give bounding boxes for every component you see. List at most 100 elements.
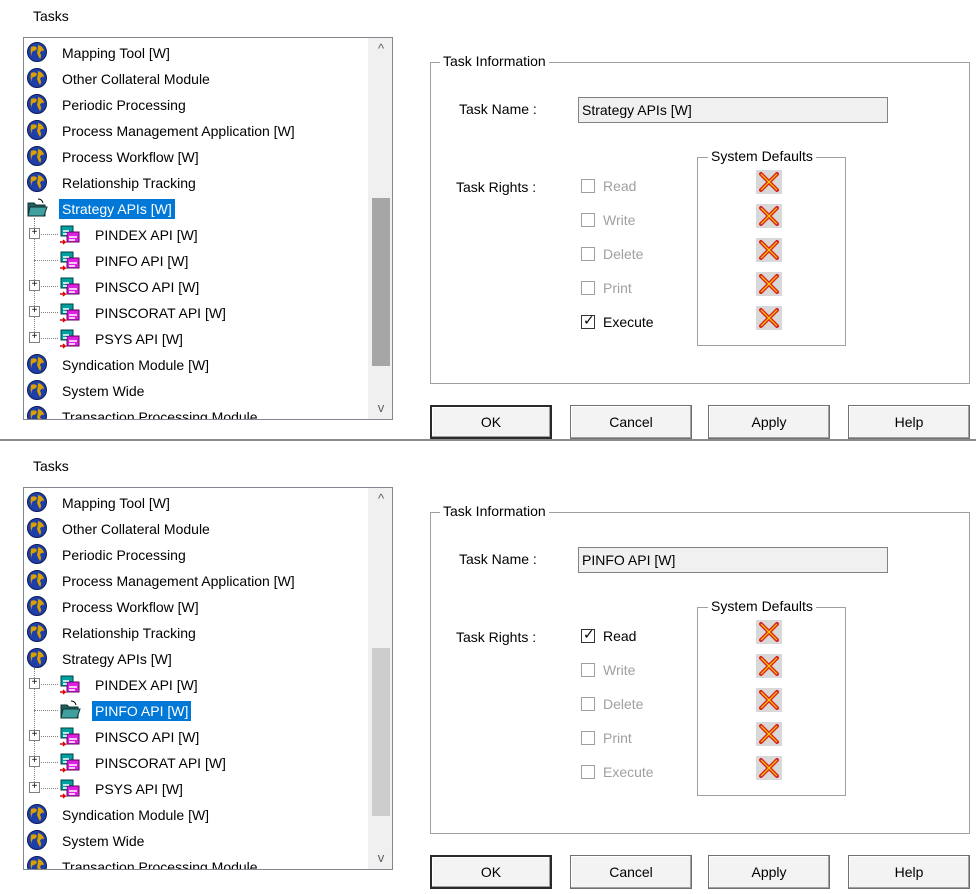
- globe-icon: [26, 569, 48, 591]
- checkbox-box[interactable]: [581, 281, 595, 295]
- tree-item[interactable]: System Wide: [24, 828, 369, 854]
- tree-item[interactable]: Process Workflow [W]: [24, 594, 369, 620]
- tree-item-label: Transaction Processing Module: [62, 409, 258, 420]
- tree-item[interactable]: Process Management Application [W]: [24, 118, 369, 144]
- tree-item[interactable]: + PINDEX API [W]: [24, 672, 369, 698]
- cancel-button[interactable]: Cancel: [570, 855, 692, 889]
- scroll-up-arrow[interactable]: ^: [369, 38, 392, 60]
- tree-item[interactable]: Transaction Processing Module: [24, 854, 369, 869]
- api-icon: [59, 223, 81, 245]
- right-label: Execute: [603, 764, 654, 780]
- tree-item[interactable]: + PINSCORAT API [W]: [24, 750, 369, 776]
- right-checkbox-print[interactable]: Print: [581, 278, 681, 300]
- expand-toggle-icon[interactable]: +: [29, 730, 40, 741]
- tree-item[interactable]: PINFO API [W]: [24, 698, 369, 724]
- globe-icon: [26, 171, 48, 193]
- checkbox-box[interactable]: [581, 213, 595, 227]
- tree-item[interactable]: Relationship Tracking: [24, 170, 369, 196]
- task-tree[interactable]: Mapping Tool [W] Other Collateral Module P…: [23, 37, 393, 420]
- tree-item-label: PINSCORAT API [W]: [95, 755, 226, 771]
- right-checkbox-write[interactable]: Write: [581, 660, 681, 682]
- scroll-up-arrow[interactable]: ^: [369, 488, 392, 510]
- ok-button[interactable]: OK: [430, 405, 552, 439]
- tree-item[interactable]: + PSYS API [W]: [24, 326, 369, 352]
- help-button[interactable]: Help: [848, 405, 970, 439]
- globe-icon: [26, 829, 48, 851]
- right-checkbox-delete[interactable]: Delete: [581, 694, 681, 716]
- expand-toggle-icon[interactable]: +: [29, 678, 40, 689]
- tree-item[interactable]: System Wide: [24, 378, 369, 404]
- checkbox-box[interactable]: ✓: [581, 626, 595, 643]
- tree-item[interactable]: Strategy APIs [W]: [24, 646, 369, 672]
- right-checkbox-delete[interactable]: Delete: [581, 244, 681, 266]
- globe-icon: [26, 543, 48, 565]
- scroll-thumb[interactable]: [372, 198, 390, 366]
- tree-item[interactable]: + PSYS API [W]: [24, 776, 369, 802]
- tree-item[interactable]: + PINSCO API [W]: [24, 274, 369, 300]
- tree-scrollbar[interactable]: ^ v: [368, 38, 392, 419]
- expand-toggle-icon[interactable]: +: [29, 332, 40, 343]
- expand-toggle-icon[interactable]: +: [29, 228, 40, 239]
- expand-toggle-icon[interactable]: +: [29, 280, 40, 291]
- tree-item[interactable]: Other Collateral Module: [24, 66, 369, 92]
- tree-item[interactable]: Process Workflow [W]: [24, 144, 369, 170]
- scroll-down-arrow[interactable]: v: [369, 847, 392, 869]
- right-checkbox-write[interactable]: Write: [581, 210, 681, 232]
- tree-item-label: PSYS API [W]: [95, 331, 183, 347]
- tree-item[interactable]: Syndication Module [W]: [24, 352, 369, 378]
- ok-button[interactable]: OK: [430, 855, 552, 889]
- apply-button[interactable]: Apply: [708, 405, 830, 439]
- tree-item[interactable]: Mapping Tool [W]: [24, 490, 369, 516]
- cancel-button[interactable]: Cancel: [570, 405, 692, 439]
- task-name-field[interactable]: PINFO API [W]: [578, 547, 888, 573]
- task-name-field[interactable]: Strategy APIs [W]: [578, 97, 888, 123]
- checkbox-box[interactable]: [581, 731, 595, 745]
- right-checkbox-execute[interactable]: ✓ Execute: [581, 312, 681, 334]
- tree-item[interactable]: Periodic Processing: [24, 92, 369, 118]
- tree-item[interactable]: Syndication Module [W]: [24, 802, 369, 828]
- tree-item[interactable]: Strategy APIs [W]: [24, 196, 369, 222]
- task-rights-label: Task Rights :: [456, 179, 537, 195]
- globe-icon: [26, 93, 48, 115]
- right-checkbox-execute[interactable]: Execute: [581, 762, 681, 784]
- tree-item[interactable]: + PINDEX API [W]: [24, 222, 369, 248]
- expand-toggle-icon[interactable]: +: [29, 782, 40, 793]
- tree-item[interactable]: Periodic Processing: [24, 542, 369, 568]
- apply-button[interactable]: Apply: [708, 855, 830, 889]
- tree-scrollbar[interactable]: ^ v: [368, 488, 392, 869]
- tree-item[interactable]: Relationship Tracking: [24, 620, 369, 646]
- help-button[interactable]: Help: [848, 855, 970, 889]
- expand-toggle-icon[interactable]: +: [29, 756, 40, 767]
- task-rights-panel-2: Tasks Mapping Tool [W] Other Collateral M…: [0, 450, 976, 894]
- tree-item[interactable]: PINFO API [W]: [24, 248, 369, 274]
- expand-toggle-icon[interactable]: +: [29, 306, 40, 317]
- tree-item[interactable]: Process Management Application [W]: [24, 568, 369, 594]
- tree-item-label: Other Collateral Module: [62, 71, 210, 87]
- scroll-thumb[interactable]: [372, 648, 390, 816]
- tree-item-label: Relationship Tracking: [62, 625, 196, 641]
- right-checkbox-read[interactable]: Read: [581, 176, 681, 198]
- scroll-down-arrow[interactable]: v: [369, 397, 392, 419]
- task-information-title: Task Information: [440, 53, 549, 69]
- checkbox-box[interactable]: ✓: [581, 312, 595, 329]
- right-label: Delete: [603, 696, 644, 712]
- checkbox-box[interactable]: [581, 765, 595, 779]
- tree-item[interactable]: Other Collateral Module: [24, 516, 369, 542]
- tree-item[interactable]: + PINSCO API [W]: [24, 724, 369, 750]
- checkbox-box[interactable]: [581, 179, 595, 193]
- tree-item[interactable]: + PINSCORAT API [W]: [24, 300, 369, 326]
- tree-item-label: Process Management Application [W]: [62, 573, 295, 589]
- task-tree[interactable]: Mapping Tool [W] Other Collateral Module P…: [23, 487, 393, 870]
- tree-item-label: Process Workflow [W]: [62, 149, 199, 165]
- right-checkbox-read[interactable]: ✓ Read: [581, 626, 681, 648]
- tree-item[interactable]: Mapping Tool [W]: [24, 40, 369, 66]
- tree-item-label: Strategy APIs [W]: [62, 651, 172, 667]
- task-rights-panel-1: Tasks Mapping Tool [W] Other Collateral M…: [0, 0, 976, 444]
- checkbox-box[interactable]: [581, 247, 595, 261]
- folder-open-icon: [26, 197, 48, 219]
- right-checkbox-print[interactable]: Print: [581, 728, 681, 750]
- checkbox-box[interactable]: [581, 663, 595, 677]
- checkbox-box[interactable]: [581, 697, 595, 711]
- tree-item-label: System Wide: [62, 383, 145, 399]
- tree-item[interactable]: Transaction Processing Module: [24, 404, 369, 420]
